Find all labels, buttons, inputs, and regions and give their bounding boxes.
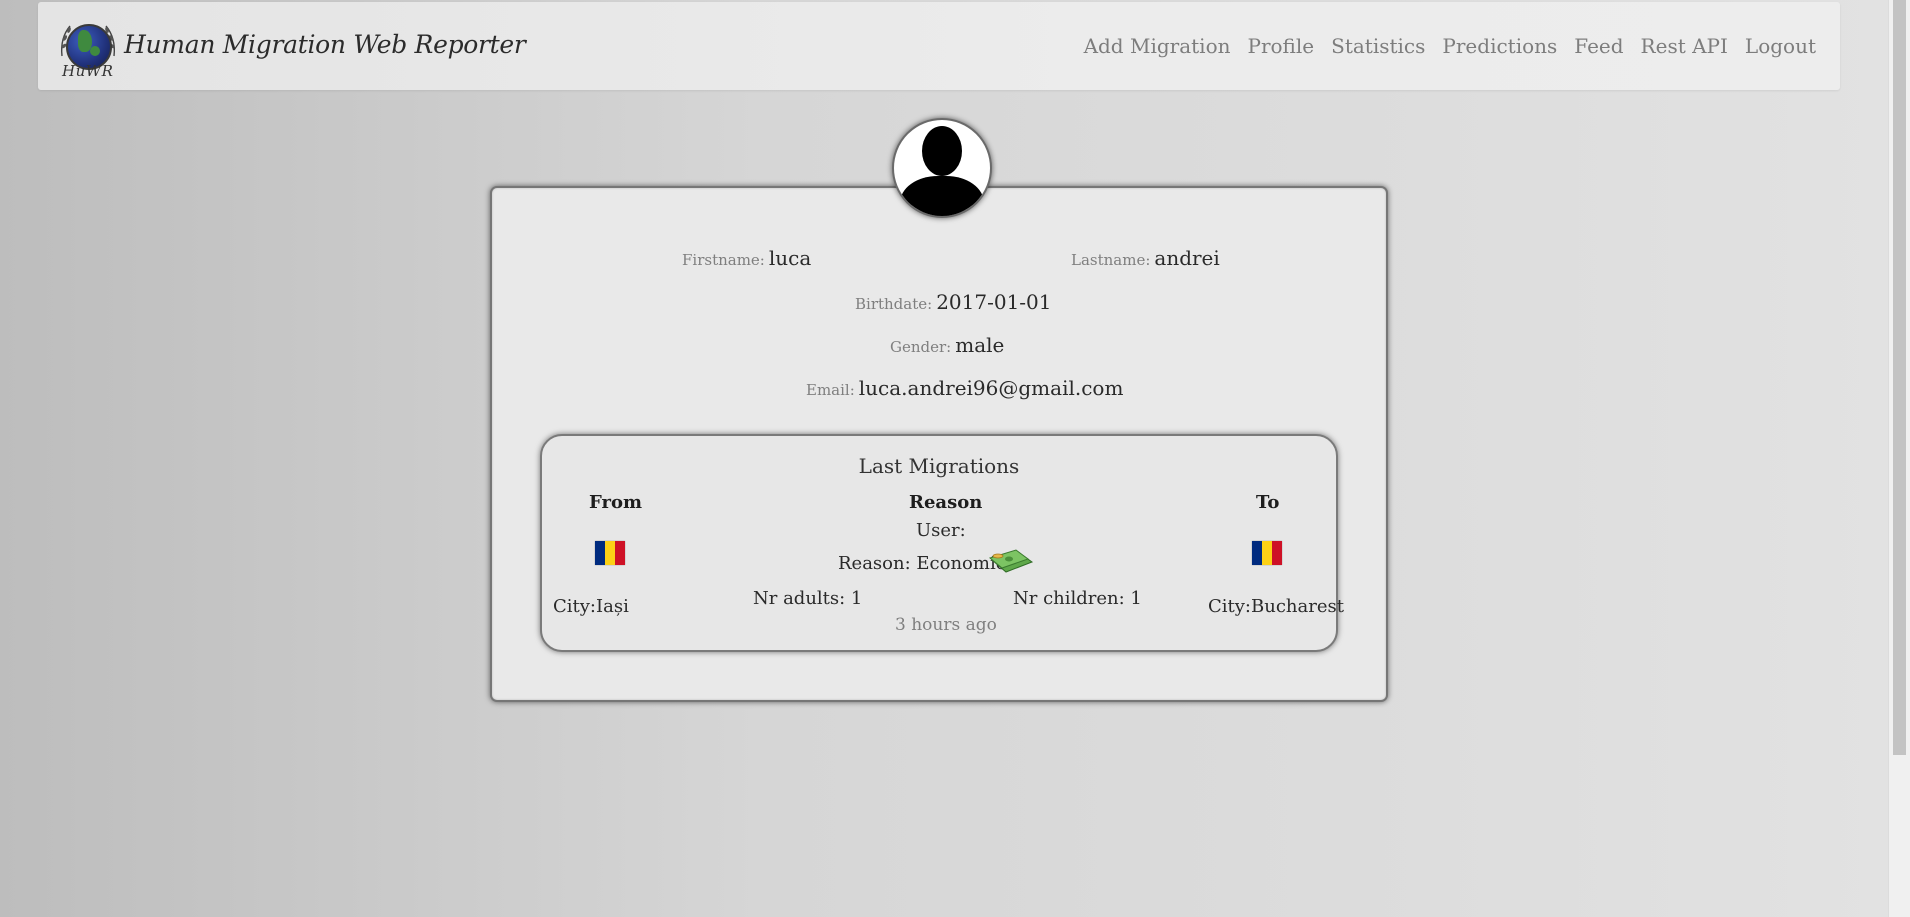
to-city: City:Bucharest (1208, 596, 1344, 617)
from-city: City:Iași (553, 596, 629, 617)
birthdate-field: Birthdate: 2017-01-01 (855, 290, 1052, 314)
nav-statistics[interactable]: Statistics (1331, 34, 1425, 58)
email-label: Email: (806, 381, 855, 399)
migration-time: 3 hours ago (895, 615, 997, 635)
birthdate-label: Birthdate: (855, 295, 933, 313)
last-migrations-title: Last Migrations (858, 454, 1020, 478)
firstname-value: luca (768, 246, 812, 270)
to-header: To (1256, 492, 1280, 513)
gender-value: male (955, 333, 1005, 357)
lastname-field: Lastname: andrei (1071, 246, 1220, 270)
nav-logout[interactable]: Logout (1745, 34, 1816, 58)
from-flag-icon (595, 541, 625, 565)
logo-text: HuWR (62, 62, 114, 80)
avatar (892, 118, 992, 218)
lastname-value: andrei (1154, 246, 1220, 270)
to-flag-icon (1252, 541, 1282, 565)
birthdate-value: 2017-01-01 (936, 290, 1052, 314)
email-value: luca.andrei96@gmail.com (858, 376, 1124, 400)
firstname-label: Firstname: (682, 251, 765, 269)
user-silhouette-icon (922, 126, 962, 176)
nav-feed[interactable]: Feed (1574, 34, 1623, 58)
lastname-label: Lastname: (1071, 251, 1151, 269)
nav-rest-api[interactable]: Rest API (1641, 34, 1728, 58)
user-silhouette-body (900, 176, 984, 216)
globe-land-shape-small (90, 46, 100, 56)
firstname-field: Firstname: luca (682, 246, 811, 270)
scrollbar-thumb[interactable] (1893, 0, 1906, 755)
nav-links: Add Migration Profile Statistics Predict… (1084, 34, 1816, 58)
brand-title[interactable]: Human Migration Web Reporter (124, 30, 526, 59)
gender-label: Gender: (890, 338, 952, 356)
from-header: From (589, 492, 642, 513)
top-navbar: HuWR Human Migration Web Reporter Add Mi… (38, 2, 1840, 90)
vertical-scrollbar[interactable] (1888, 0, 1910, 917)
nav-add-migration[interactable]: Add Migration (1084, 34, 1231, 58)
reason-header: Reason (909, 492, 983, 513)
migration-user: User: (916, 520, 966, 541)
huwr-logo[interactable]: HuWR (56, 16, 120, 80)
nav-profile[interactable]: Profile (1248, 34, 1315, 58)
nav-predictions[interactable]: Predictions (1442, 34, 1557, 58)
nr-adults: Nr adults: 1 (753, 588, 863, 609)
email-field: Email: luca.andrei96@gmail.com (806, 376, 1123, 400)
money-icon (988, 549, 1034, 573)
nr-children: Nr children: 1 (1013, 588, 1142, 609)
gender-field: Gender: male (890, 333, 1004, 357)
